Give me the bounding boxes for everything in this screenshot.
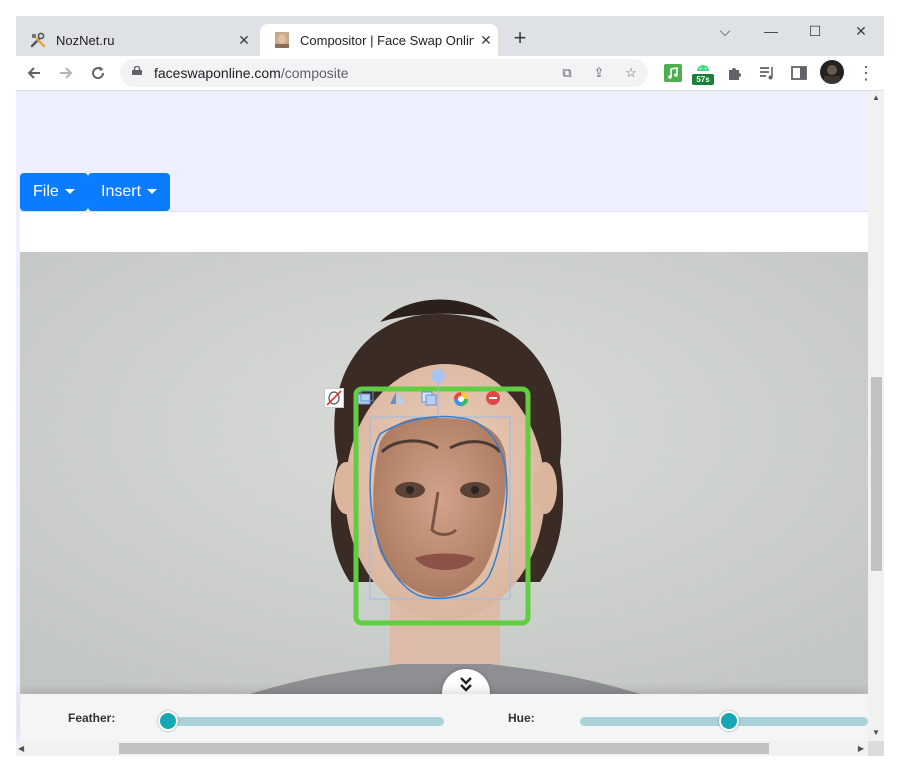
extension-badge: 57s <box>692 74 714 85</box>
url-text: faceswaponline.com/composite <box>154 65 349 81</box>
hue-slider-handle[interactable] <box>719 711 740 731</box>
hue-slider-track[interactable] <box>580 711 868 731</box>
close-icon[interactable]: ✕ <box>232 32 256 49</box>
music-extension-icon[interactable] <box>662 62 684 84</box>
page-content: File Insert Feather: Hue: <box>16 91 868 741</box>
back-button[interactable] <box>22 61 46 85</box>
file-menu-button[interactable]: File <box>20 173 88 211</box>
caret-down-icon <box>64 189 75 195</box>
new-tab-button[interactable]: + <box>508 26 532 50</box>
feather-label: Feather: <box>68 711 116 725</box>
hue-label: Hue: <box>508 711 535 725</box>
android-extension-icon[interactable]: 57s <box>692 62 714 85</box>
kebab-menu-icon[interactable]: ⋮ <box>854 61 878 85</box>
insert-menu-button[interactable]: Insert <box>88 173 171 211</box>
avatar[interactable] <box>820 60 844 84</box>
address-bar[interactable]: faceswaponline.com/composite ⧉ ⇪ ☆ <box>120 59 648 87</box>
adjustment-panel: Feather: Hue: <box>20 694 868 741</box>
duplicate-icon[interactable] <box>420 390 438 406</box>
tab-noznet[interactable]: NozNet.ru ✕ <box>16 24 256 56</box>
delete-icon[interactable] <box>485 390 501 406</box>
file-label: File <box>33 183 59 200</box>
color-wheel-icon[interactable] <box>452 390 470 408</box>
lock-icon <box>132 66 142 75</box>
vertical-scrollbar[interactable]: ▲ ▼ <box>868 91 884 741</box>
media-control-icon[interactable] <box>756 62 778 84</box>
tab-search-icon[interactable]: ⌵ <box>702 16 748 46</box>
bookmark-star-icon[interactable]: ☆ <box>622 64 640 82</box>
close-icon[interactable]: ✕ <box>474 32 498 49</box>
hide-mask-icon[interactable] <box>324 388 344 408</box>
feather-slider-track[interactable] <box>158 711 444 731</box>
browser-toolbar: faceswaponline.com/composite ⧉ ⇪ ☆ 57s ⋮ <box>16 56 884 91</box>
face-thumbnail-icon <box>274 32 290 48</box>
maximize-button[interactable]: ☐ <box>792 16 838 46</box>
feather-slider-handle[interactable] <box>158 711 178 731</box>
forward-button[interactable] <box>54 61 78 85</box>
menu-spacer <box>20 211 868 253</box>
flip-icon[interactable] <box>388 390 406 406</box>
insert-label: Insert <box>101 183 142 200</box>
horizontal-scroll-thumb[interactable] <box>119 743 769 754</box>
minimize-button[interactable]: — <box>748 16 794 46</box>
scroll-left-icon[interactable]: ◀ <box>18 744 24 753</box>
horizontal-scrollbar[interactable]: ◀ ▶ <box>16 741 868 756</box>
double-chevron-down-icon <box>460 677 472 692</box>
tab-strip: NozNet.ru ✕ Compositor | Face Swap Onlin… <box>16 16 884 56</box>
tab-title: NozNet.ru <box>56 32 115 48</box>
extensions-puzzle-icon[interactable] <box>724 62 746 84</box>
scrollbar-corner <box>868 741 884 756</box>
translate-icon[interactable]: ⧉ <box>558 64 576 82</box>
scroll-down-icon[interactable]: ▼ <box>872 728 880 737</box>
tab-compositor[interactable]: Compositor | Face Swap Online ✕ <box>260 24 498 56</box>
vertical-scroll-thumb[interactable] <box>871 377 882 571</box>
side-panel-icon[interactable] <box>788 62 810 84</box>
reload-button[interactable] <box>86 61 110 85</box>
tab-title: Compositor | Face Swap Online <box>300 32 474 48</box>
scroll-up-icon[interactable]: ▲ <box>872 93 880 102</box>
caret-down-icon <box>147 189 158 195</box>
editor-canvas[interactable] <box>20 252 868 694</box>
background-photo <box>20 252 868 694</box>
layer-icon[interactable] <box>356 390 374 406</box>
tools-icon <box>30 32 46 48</box>
scroll-right-icon[interactable]: ▶ <box>858 744 864 753</box>
share-icon[interactable]: ⇪ <box>590 64 608 82</box>
close-window-button[interactable]: ✕ <box>838 16 884 46</box>
